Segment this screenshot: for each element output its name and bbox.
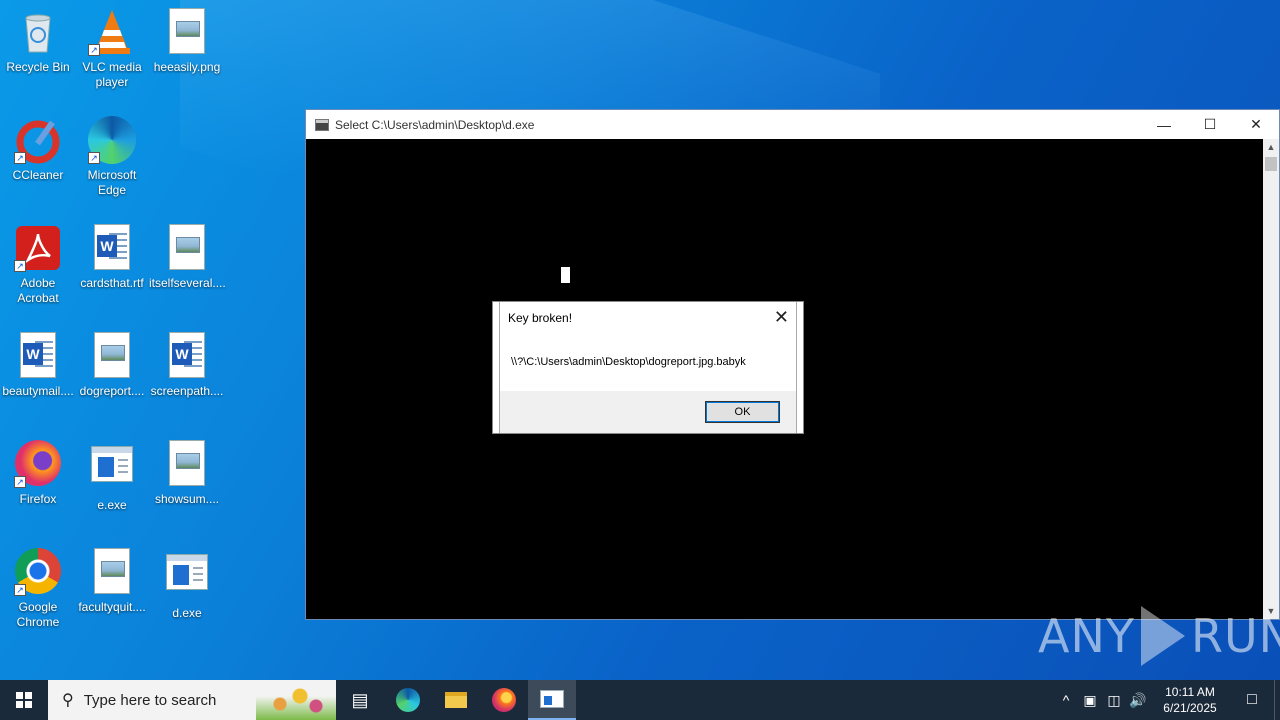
edge-icon: ↗: [88, 116, 136, 164]
notifications-icon[interactable]: □: [1230, 691, 1274, 709]
scroll-thumb[interactable]: [1265, 157, 1277, 171]
image-file-icon: [163, 440, 211, 488]
desktop-icon-label: showsum....: [154, 492, 220, 506]
desktop-icon-facultyquit[interactable]: facultyquit....: [74, 548, 150, 615]
task-view-icon[interactable]: ▤: [336, 680, 384, 720]
image-file-icon: [88, 332, 136, 380]
desktop-icon-chrome[interactable]: ↗ Google Chrome: [0, 548, 76, 630]
image-file-icon: [163, 8, 211, 56]
desktop-icon-screenpath[interactable]: W screenpath....: [149, 332, 225, 399]
play-logo-icon: [1140, 606, 1185, 666]
desktop-icon-itselfseveral[interactable]: itselfseveral....: [149, 224, 226, 291]
console-titlebar[interactable]: Select C:\Users\admin\Desktop\d.exe — ☐ …: [306, 110, 1279, 139]
ccleaner-icon: ↗: [14, 116, 62, 164]
desktop-icon-label: d.exe: [172, 606, 202, 620]
taskbar-firefox-icon[interactable]: [480, 680, 528, 720]
image-file-icon: [88, 548, 136, 596]
taskbar-edge-icon[interactable]: [384, 680, 432, 720]
desktop-icon-label: cardsthat.rtf: [80, 276, 144, 290]
text-cursor: [561, 267, 570, 283]
shortcut-arrow-icon: ↗: [14, 476, 26, 488]
desktop-icon-label: CCleaner: [12, 168, 64, 182]
desktop-icon-vlc[interactable]: ↗ VLC media player: [74, 8, 150, 90]
shortcut-arrow-icon: ↗: [88, 152, 100, 164]
dialog-message: \\?\C:\Users\admin\Desktop\dogreport.jpg…: [511, 356, 746, 368]
desktop-icon-label: VLC media player: [82, 60, 142, 89]
clock-date: 6/21/2025: [1163, 701, 1217, 715]
taskbar-console-icon[interactable]: [528, 680, 576, 720]
shortcut-arrow-icon: ↗: [14, 584, 26, 596]
desktop-icon-label: e.exe: [97, 498, 127, 512]
volume-icon[interactable]: 🔊: [1126, 692, 1150, 709]
desktop-icon-label: Microsoft Edge: [87, 168, 137, 197]
desktop-icon-label: Recycle Bin: [6, 60, 70, 74]
recycle-bin-icon: [14, 8, 62, 56]
windows-logo-icon: [16, 692, 32, 708]
search-placeholder: Type here to search: [83, 691, 217, 709]
desktop-icon-showsum[interactable]: showsum....: [149, 440, 225, 507]
image-file-icon: [163, 224, 211, 272]
dialog-title: Key broken!: [508, 311, 573, 325]
word-doc-icon: W: [88, 224, 136, 272]
exe-icon: [88, 446, 136, 494]
desktop-icon-d-exe[interactable]: d.exe: [149, 548, 225, 621]
start-button[interactable]: [0, 680, 48, 720]
watermark-right: RUN: [1190, 609, 1280, 663]
close-button[interactable]: ✕: [1233, 110, 1279, 139]
desktop-icon-label: facultyquit....: [78, 600, 146, 614]
anyrun-watermark: ANY RUN: [1038, 606, 1280, 666]
search-highlight-image: [256, 680, 336, 720]
minimize-button[interactable]: —: [1141, 110, 1187, 139]
key-broken-dialog[interactable]: Key broken! ✕ \\?\C:\Users\admin\Desktop…: [492, 301, 804, 434]
search-icon: ⚲: [62, 692, 74, 709]
desktop-icon-dogreport[interactable]: dogreport....: [74, 332, 150, 399]
desktop-icon-label: dogreport....: [79, 384, 145, 398]
desktop-icon-acrobat[interactable]: ↗ Adobe Acrobat: [0, 224, 76, 306]
desktop-icon-heeasily-png[interactable]: heeasily.png: [149, 8, 225, 75]
clock-time: 10:11 AM: [1165, 685, 1215, 699]
desktop-icon-label: Google Chrome: [16, 600, 60, 629]
desktop-icon-edge[interactable]: ↗ Microsoft Edge: [74, 116, 150, 198]
shortcut-arrow-icon: ↗: [88, 44, 100, 56]
desktop-icon-cardsthat-rtf[interactable]: W cardsthat.rtf: [74, 224, 150, 291]
word-doc-icon: W: [163, 332, 211, 380]
vlc-icon: ↗: [88, 8, 136, 56]
watermark-left: ANY: [1038, 609, 1135, 663]
desktop-icon-firefox[interactable]: ↗ Firefox: [0, 440, 76, 507]
exe-icon: [163, 554, 211, 602]
tray-chevron-icon[interactable]: ^: [1054, 692, 1078, 708]
taskbar-clock[interactable]: 10:11 AM 6/21/2025: [1150, 684, 1230, 716]
system-tray: ^ ▣ ◫ 🔊 10:11 AM 6/21/2025 □: [1054, 680, 1280, 720]
desktop-icon-label: heeasily.png: [153, 60, 221, 74]
desktop-icon-recycle-bin[interactable]: Recycle Bin: [0, 8, 76, 75]
shortcut-arrow-icon: ↗: [14, 260, 26, 272]
shortcut-arrow-icon: ↗: [14, 152, 26, 164]
ok-button[interactable]: OK: [705, 401, 780, 423]
desktop-icon-e-exe[interactable]: e.exe: [74, 440, 150, 513]
firefox-icon: ↗: [14, 440, 62, 488]
chrome-icon: ↗: [14, 548, 62, 596]
network-icon[interactable]: ◫: [1102, 692, 1126, 709]
console-scrollbar[interactable]: ▲ ▼: [1263, 139, 1279, 619]
tray-device-icon[interactable]: ▣: [1078, 692, 1102, 709]
console-app-icon: [315, 118, 329, 131]
desktop-icon-label: itselfseveral....: [149, 276, 226, 290]
maximize-button[interactable]: ☐: [1187, 110, 1233, 139]
taskbar: ⚲ Type here to search ▤ ^ ▣ ◫ 🔊 10:11 AM…: [0, 680, 1280, 720]
desktop-icon-label: screenpath....: [150, 384, 224, 398]
console-window-title: Select C:\Users\admin\Desktop\d.exe: [335, 117, 535, 132]
show-desktop-button[interactable]: [1274, 680, 1280, 720]
desktop-icon-label: Adobe Acrobat: [17, 276, 59, 305]
dialog-close-icon[interactable]: ✕: [774, 307, 789, 328]
desktop-icon-ccleaner[interactable]: ↗ CCleaner: [0, 116, 76, 183]
taskbar-search-box[interactable]: ⚲ Type here to search: [48, 680, 336, 720]
file-explorer-icon[interactable]: [432, 680, 480, 720]
desktop-icon-beautymail[interactable]: W beautymail....: [0, 332, 76, 399]
desktop-icon-label: beautymail....: [2, 384, 74, 398]
desktop-icon-label: Firefox: [19, 492, 57, 506]
word-doc-icon: W: [14, 332, 62, 380]
scroll-up-icon[interactable]: ▲: [1263, 139, 1279, 155]
acrobat-icon: ↗: [14, 224, 62, 272]
